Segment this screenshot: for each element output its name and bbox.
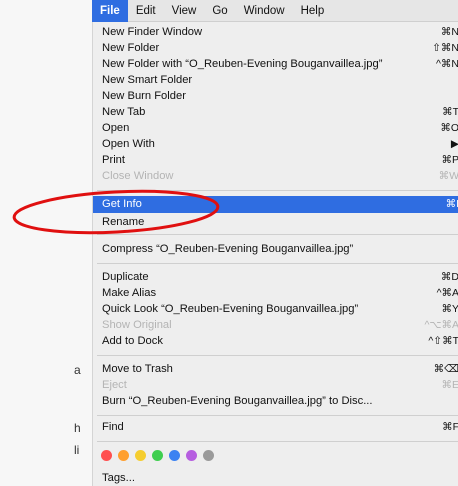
menu-item-eject: Eject ⌘E <box>102 379 458 391</box>
menu-item-tags[interactable]: Tags... <box>93 470 458 486</box>
tag-color-yellow[interactable] <box>135 450 146 461</box>
shortcut: ⇧⌘N <box>432 42 458 54</box>
menu-separator <box>97 355 458 356</box>
file-menu-dropdown: New Finder Window ⌘N New Folder ⇧⌘N New … <box>92 22 458 486</box>
menu-item-new-burn-folder[interactable]: New Burn Folder <box>93 88 458 104</box>
shortcut: ⌘W <box>438 170 458 182</box>
menu-item-new-tab[interactable]: New Tab ⌘T <box>93 104 458 120</box>
bg-text-fragment: h <box>74 421 81 435</box>
menu-item-find[interactable]: Find ⌘F <box>93 419 458 435</box>
shortcut: ^⇧⌘T <box>428 335 458 347</box>
menu-separator <box>97 234 458 235</box>
menu-item-add-to-dock[interactable]: Add to Dock ^⇧⌘T <box>93 333 458 349</box>
background-window: a h li <box>0 0 92 486</box>
menu-separator <box>97 263 458 264</box>
menu-help[interactable]: Help <box>293 0 333 22</box>
menu-item-quick-look[interactable]: Quick Look “O_Reuben-Evening Bouganvaill… <box>93 301 458 317</box>
menu-window[interactable]: Window <box>236 0 293 22</box>
tag-color-green[interactable] <box>152 450 163 461</box>
menu-item-get-info[interactable]: Get Info ⌘I <box>93 196 458 213</box>
menu-item-burn-to-disc[interactable]: Burn “O_Reuben-Evening Bouganvaillea.jpg… <box>93 393 458 409</box>
shortcut: ⌘N <box>440 26 458 38</box>
menu-item-duplicate[interactable]: Duplicate ⌘D <box>93 269 458 285</box>
menu-item-make-alias[interactable]: Make Alias ^⌘A <box>93 285 458 301</box>
menu-go[interactable]: Go <box>204 0 235 22</box>
menu-item-open-with[interactable]: Open With ▶ <box>93 136 458 152</box>
shortcut: ⌘Y <box>441 303 458 315</box>
shortcut: ⌘D <box>440 271 458 283</box>
menu-separator <box>97 441 458 442</box>
menu-file[interactable]: File <box>92 0 128 22</box>
shortcut: ^⌘N <box>435 58 458 70</box>
bg-text-fragment: li <box>74 443 80 457</box>
menu-item-new-finder-window[interactable]: New Finder Window ⌘N <box>93 24 458 40</box>
submenu-arrow-icon: ▶ <box>450 138 458 150</box>
bg-text-fragment: a <box>74 363 81 377</box>
menu-separator <box>97 415 458 416</box>
menu-item-move-to-trash[interactable]: Move to Trash ⌘⌫ <box>93 361 458 377</box>
shortcut: ⌘F <box>442 421 458 433</box>
shortcut: ^⌘A <box>436 287 458 299</box>
shortcut: ^⌥⌘A <box>424 319 458 331</box>
menu-item-show-original: Show Original ^⌥⌘A <box>102 319 458 331</box>
shortcut: ⌘I <box>445 198 458 210</box>
menu-item-print[interactable]: Print ⌘P <box>93 152 458 168</box>
menu-item-new-folder[interactable]: New Folder ⇧⌘N <box>93 40 458 56</box>
menu-edit[interactable]: Edit <box>128 0 164 22</box>
tag-color-red[interactable] <box>101 450 112 461</box>
shortcut: ⌘P <box>441 154 458 166</box>
menu-item-new-smart-folder[interactable]: New Smart Folder <box>93 72 458 88</box>
menu-item-compress[interactable]: Compress “O_Reuben-Evening Bouganvaillea… <box>93 241 458 257</box>
menu-item-close-window: Close Window ⌘W <box>102 170 458 182</box>
shortcut: ⌘O <box>440 122 458 134</box>
tag-color-blue[interactable] <box>169 450 180 461</box>
shortcut: ⌘T <box>442 106 458 118</box>
menu-item-new-folder-with-selection[interactable]: New Folder with “O_Reuben-Evening Bougan… <box>93 56 458 72</box>
tag-color-purple[interactable] <box>186 450 197 461</box>
menu-view[interactable]: View <box>164 0 205 22</box>
shortcut: ⌘E <box>441 379 458 391</box>
menu-item-rename[interactable]: Rename <box>93 214 458 230</box>
menu-separator <box>97 190 458 191</box>
menu-item-open[interactable]: Open ⌘O <box>93 120 458 136</box>
tag-colors <box>101 450 214 461</box>
tag-color-orange[interactable] <box>118 450 129 461</box>
shortcut: ⌘⌫ <box>433 363 458 375</box>
tag-color-gray[interactable] <box>203 450 214 461</box>
menu-bar: File Edit View Go Window Help <box>92 0 458 22</box>
